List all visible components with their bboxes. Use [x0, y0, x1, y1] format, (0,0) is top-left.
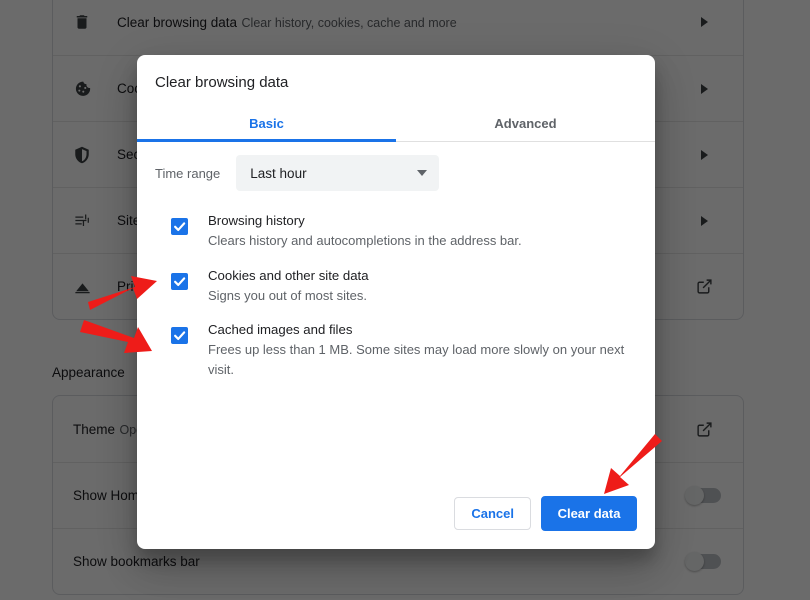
- dialog-actions: Cancel Clear data: [454, 496, 637, 531]
- option-text: Cached images and files Frees up less th…: [208, 314, 641, 380]
- time-range-row: Time range Last hour: [155, 155, 440, 191]
- tab-active-indicator: [137, 139, 396, 142]
- option-label: Cached images and files: [208, 322, 353, 337]
- time-range-label: Time range: [155, 165, 221, 181]
- option-cookies-and-other-site-data[interactable]: Cookies and other site data Signs you ou…: [155, 260, 641, 306]
- option-description: Frees up less than 1 MB. Some sites may …: [208, 342, 625, 377]
- dialog-tabs: Basic Advanced: [137, 105, 655, 141]
- time-range-select[interactable]: Last hour: [236, 155, 440, 191]
- tab-advanced[interactable]: Advanced: [396, 105, 655, 141]
- time-range-value: Last hour: [250, 165, 307, 181]
- dialog-title: Clear browsing data: [155, 74, 289, 91]
- clear-data-button[interactable]: Clear data: [541, 496, 637, 531]
- clear-browsing-data-dialog: Clear browsing data Basic Advanced Time …: [137, 55, 655, 549]
- cached-images-and-files-checkbox[interactable]: [171, 327, 188, 344]
- chevron-down-icon: [417, 170, 428, 176]
- cookies-and-other-site-data-checkbox[interactable]: [171, 273, 188, 290]
- option-cached-images-and-files[interactable]: Cached images and files Frees up less th…: [155, 314, 641, 380]
- option-text: Browsing history Clears history and auto…: [208, 205, 641, 251]
- option-description: Clears history and autocompletions in th…: [208, 233, 522, 248]
- option-label: Browsing history: [208, 213, 305, 228]
- option-text: Cookies and other site data Signs you ou…: [208, 260, 641, 306]
- option-browsing-history[interactable]: Browsing history Clears history and auto…: [155, 205, 641, 251]
- option-label: Cookies and other site data: [208, 268, 369, 283]
- option-description: Signs you out of most sites.: [208, 288, 367, 303]
- tab-basic[interactable]: Basic: [137, 105, 396, 141]
- cancel-button[interactable]: Cancel: [454, 497, 531, 530]
- browsing-history-checkbox[interactable]: [171, 218, 188, 235]
